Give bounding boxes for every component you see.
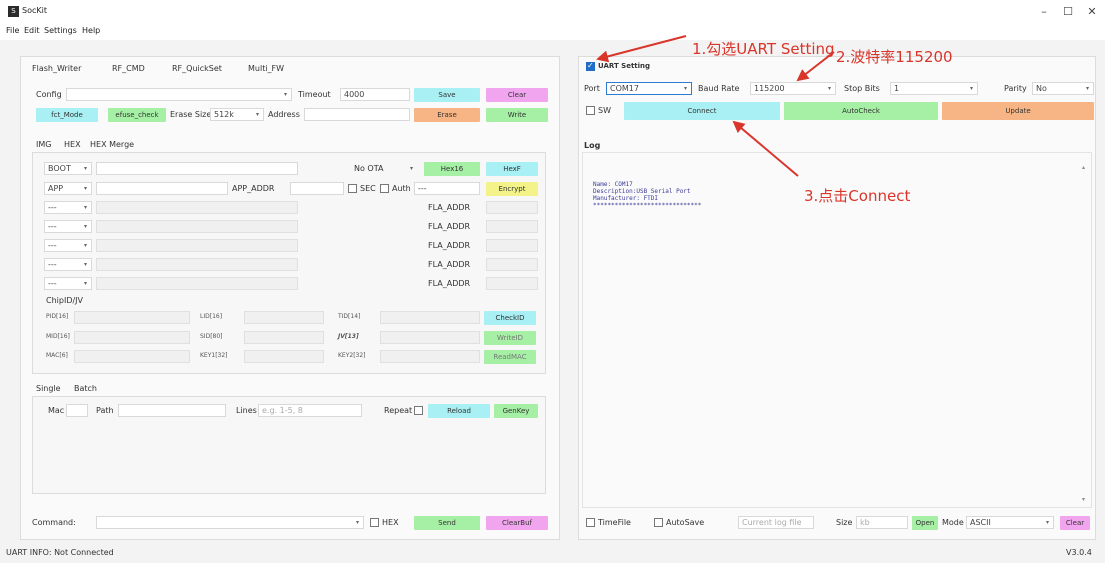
arrow-step2-icon [796, 51, 835, 82]
arrow-step1-icon [596, 35, 687, 63]
arrow-step3-icon [732, 120, 799, 177]
annotation-arrows [596, 35, 835, 177]
